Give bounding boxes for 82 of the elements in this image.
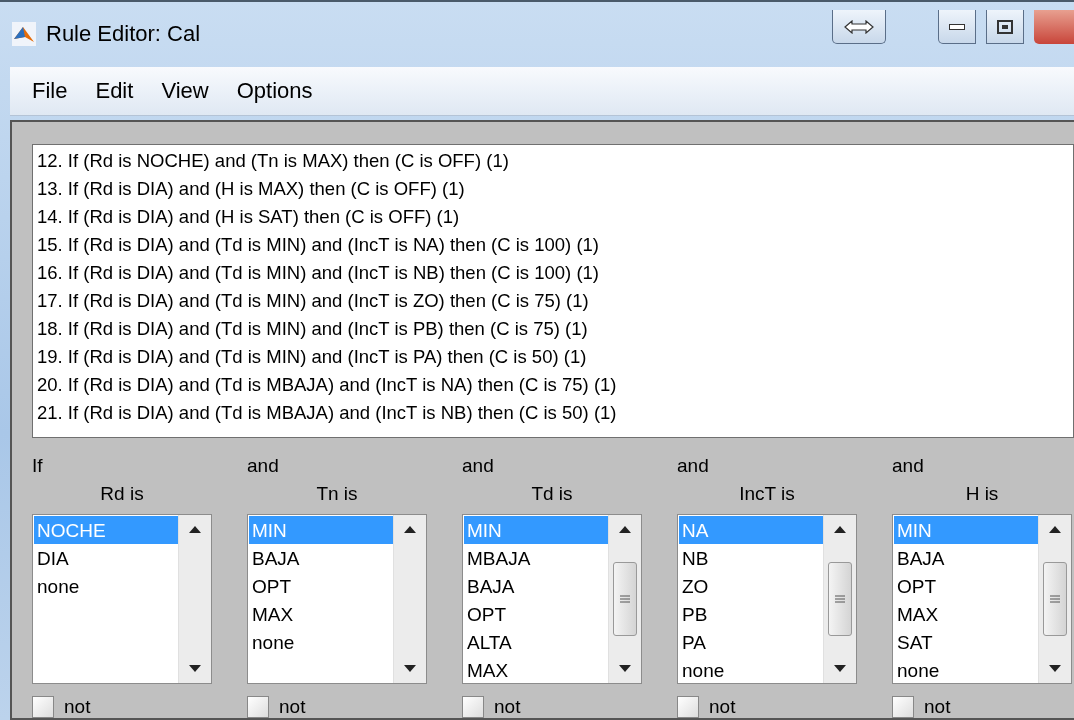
minimize-icon: [949, 23, 965, 30]
list-item[interactable]: none: [679, 656, 823, 684]
variable-label: H is: [965, 482, 999, 506]
rule-line[interactable]: 21. If (Rd is DIA) and (Td is MBAJA) and (IncT is NB) then (C is 50) (1): [37, 399, 617, 427]
scroll-thumb[interactable]: [613, 562, 637, 636]
not-label: not: [709, 696, 736, 718]
list-item[interactable]: BAJA: [464, 572, 608, 600]
scroll-up-icon[interactable]: [834, 525, 846, 533]
window-title: Rule Editor: Cal: [46, 21, 201, 48]
resize-button[interactable]: [832, 10, 886, 44]
connector-label: If: [32, 454, 43, 478]
scroll-thumb[interactable]: [1043, 562, 1067, 636]
variable-label: IncT is: [739, 482, 795, 506]
variable-label: Td is: [531, 482, 573, 506]
membership-list[interactable]: NA NB ZO PB PA none: [677, 514, 857, 684]
list-item[interactable]: SAT: [894, 628, 1038, 656]
not-label: not: [494, 696, 521, 718]
rule-line[interactable]: 17. If (Rd is DIA) and (Td is MIN) and (IncT is ZO) then (C is 75) (1): [37, 287, 589, 315]
menu-item[interactable]: View: [151, 73, 219, 108]
rule-line[interactable]: 20. If (Rd is DIA) and (Td is MBAJA) and (IncT is NA) then (C is 75) (1): [37, 371, 617, 399]
list-item[interactable]: ALTA: [464, 628, 608, 656]
list-item[interactable]: none: [894, 656, 1038, 684]
list-item[interactable]: PA: [679, 628, 823, 656]
list-item[interactable]: BAJA: [894, 544, 1038, 572]
scroll-thumb[interactable]: [828, 562, 852, 636]
rule-line[interactable]: 12. If (Rd is NOCHE) and (Tn is MAX) then (C is OFF) (1): [37, 147, 509, 175]
not-checkbox[interactable]: [462, 696, 484, 718]
rule-line[interactable]: 14. If (Rd is DIA) and (H is SAT) then (C is OFF) (1): [37, 203, 460, 231]
scroll-up-icon[interactable]: [1049, 525, 1061, 533]
list-item[interactable]: MAX: [249, 600, 393, 628]
rule-list[interactable]: [32, 144, 1074, 438]
menu-item[interactable]: File: [22, 73, 78, 108]
variable-label: Tn is: [316, 482, 358, 506]
list-item[interactable]: none: [34, 572, 178, 600]
not-label: not: [64, 696, 91, 718]
membership-list[interactable]: MIN BAJA OPT MAX SAT none: [892, 514, 1072, 684]
maximize-button[interactable]: [986, 10, 1024, 44]
rule-line[interactable]: 18. If (Rd is DIA) and (Td is MIN) and (IncT is PB) then (C is 75) (1): [37, 315, 588, 343]
not-label: not: [924, 696, 951, 718]
scroll-up-icon[interactable]: [619, 525, 631, 533]
list-item[interactable]: BAJA: [249, 544, 393, 572]
rule-line[interactable]: 19. If (Rd is DIA) and (Td is MIN) and (IncT is PA) then (C is 50) (1): [37, 343, 587, 371]
rule-line[interactable]: 15. If (Rd is DIA) and (Td is MIN) and (IncT is NA) then (C is 100) (1): [37, 231, 599, 259]
scroll-down-icon[interactable]: [834, 665, 846, 673]
list-item[interactable]: DIA: [34, 544, 178, 572]
scroll-down-icon[interactable]: [404, 665, 416, 673]
connector-label: and: [892, 454, 924, 478]
minimize-button[interactable]: [938, 10, 976, 44]
membership-list[interactable]: MIN MBAJA BAJA OPT ALTA MAX: [462, 514, 642, 684]
not-checkbox[interactable]: [892, 696, 914, 718]
scroll-up-icon[interactable]: [189, 525, 201, 533]
connector-label: and: [677, 454, 709, 478]
variable-label: Rd is: [100, 482, 144, 506]
list-item[interactable]: none: [249, 628, 393, 656]
not-label: not: [279, 696, 306, 718]
app-logo-icon: [12, 22, 36, 47]
menu-item[interactable]: Edit: [85, 73, 144, 108]
not-checkbox[interactable]: [32, 696, 54, 718]
membership-list[interactable]: MIN BAJA OPT MAX none: [247, 514, 427, 684]
rule-line[interactable]: 16. If (Rd is DIA) and (Td is MIN) and (IncT is NB) then (C is 100) (1): [37, 259, 599, 287]
not-checkbox[interactable]: [677, 696, 699, 718]
list-item[interactable]: ZO: [679, 572, 823, 600]
scroll-up-icon[interactable]: [404, 525, 416, 533]
list-item[interactable]: OPT: [464, 600, 608, 628]
rule-line[interactable]: 13. If (Rd is DIA) and (H is MAX) then (C is OFF) (1): [37, 175, 465, 203]
scroll-down-icon[interactable]: [1049, 665, 1061, 673]
scroll-down-icon[interactable]: [619, 665, 631, 673]
list-item[interactable]: PB: [679, 600, 823, 628]
list-item[interactable]: MAX: [894, 600, 1038, 628]
connector-label: and: [247, 454, 279, 478]
list-item[interactable]: MAX: [464, 656, 608, 684]
scroll-down-icon[interactable]: [189, 665, 201, 673]
list-item[interactable]: OPT: [894, 572, 1038, 600]
maximize-icon: [997, 19, 1013, 34]
not-checkbox[interactable]: [247, 696, 269, 718]
menu-item[interactable]: Options: [226, 73, 323, 108]
membership-list[interactable]: NOCHE DIA none: [32, 514, 212, 684]
connector-label: and: [462, 454, 494, 478]
list-item[interactable]: OPT: [249, 572, 393, 600]
list-item[interactable]: MBAJA: [464, 544, 608, 572]
list-item[interactable]: NB: [679, 544, 823, 572]
double-arrow-icon: [844, 19, 874, 34]
